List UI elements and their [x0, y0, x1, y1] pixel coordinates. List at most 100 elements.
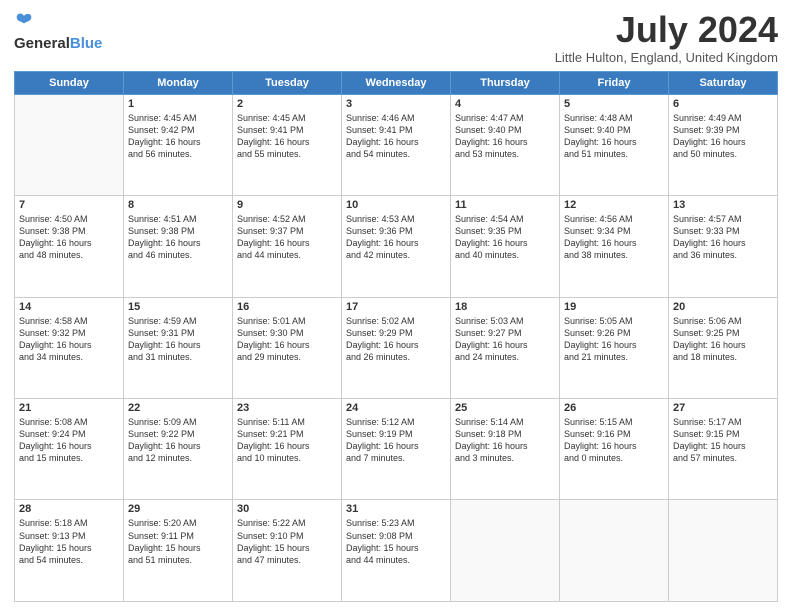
header: GeneralBlue July 2024 Little Hulton, Eng…	[14, 10, 778, 65]
cell-daylight-info: Sunrise: 5:22 AM Sunset: 9:10 PM Dayligh…	[237, 517, 337, 566]
cell-daylight-info: Sunrise: 5:20 AM Sunset: 9:11 PM Dayligh…	[128, 517, 228, 566]
calendar-cell: 27 Sunrise: 5:17 AM Sunset: 9:15 PM Dayli…	[669, 399, 778, 500]
calendar-cell: 29 Sunrise: 5:20 AM Sunset: 9:11 PM Dayli…	[124, 500, 233, 602]
calendar-cell: 25 Sunrise: 5:14 AM Sunset: 9:18 PM Dayli…	[451, 399, 560, 500]
calendar-cell: 1 Sunrise: 4:45 AM Sunset: 9:42 PM Daylig…	[124, 94, 233, 195]
cell-daylight-info: Sunrise: 4:50 AM Sunset: 9:38 PM Dayligh…	[19, 213, 119, 262]
day-number: 6	[673, 98, 773, 110]
day-number: 24	[346, 402, 446, 414]
calendar-week-row: 21 Sunrise: 5:08 AM Sunset: 9:24 PM Dayli…	[15, 399, 778, 500]
cell-daylight-info: Sunrise: 4:59 AM Sunset: 9:31 PM Dayligh…	[128, 315, 228, 364]
calendar-cell: 14Sunrise: 4:58 AM Sunset: 9:32 PM Dayli…	[15, 297, 124, 398]
day-number: 11	[455, 199, 555, 211]
logo: GeneralBlue	[14, 10, 102, 52]
weekday-header-friday: Friday	[560, 71, 669, 94]
cell-daylight-info: Sunrise: 5:06 AM Sunset: 9:25 PM Dayligh…	[673, 315, 773, 364]
logo-bird-icon	[14, 10, 34, 30]
day-number: 9	[237, 199, 337, 211]
day-number: 4	[455, 98, 555, 110]
cell-daylight-info: Sunrise: 4:48 AM Sunset: 9:40 PM Dayligh…	[564, 112, 664, 161]
cell-daylight-info: Sunrise: 5:05 AM Sunset: 9:26 PM Dayligh…	[564, 315, 664, 364]
cell-daylight-info: Sunrise: 4:54 AM Sunset: 9:35 PM Dayligh…	[455, 213, 555, 262]
day-number: 17	[346, 301, 446, 313]
calendar-cell: 23Sunrise: 5:11 AM Sunset: 9:21 PM Dayli…	[233, 399, 342, 500]
calendar-cell: 7 Sunrise: 4:50 AM Sunset: 9:38 PM Daylig…	[15, 196, 124, 297]
day-number: 16	[237, 301, 337, 313]
cell-daylight-info: Sunrise: 5:09 AM Sunset: 9:22 PM Dayligh…	[128, 416, 228, 465]
calendar-cell: 21 Sunrise: 5:08 AM Sunset: 9:24 PM Dayli…	[15, 399, 124, 500]
cell-daylight-info: Sunrise: 5:17 AM Sunset: 9:15 PM Dayligh…	[673, 416, 773, 465]
cell-daylight-info: Sunrise: 5:23 AM Sunset: 9:08 PM Dayligh…	[346, 517, 446, 566]
weekday-header-sunday: Sunday	[15, 71, 124, 94]
month-year-title: July 2024	[555, 10, 778, 50]
day-number: 10	[346, 199, 446, 211]
weekday-header-tuesday: Tuesday	[233, 71, 342, 94]
calendar-cell: 15Sunrise: 4:59 AM Sunset: 9:31 PM Dayli…	[124, 297, 233, 398]
location-text: Little Hulton, England, United Kingdom	[555, 50, 778, 65]
calendar-cell	[15, 94, 124, 195]
day-number: 12	[564, 199, 664, 211]
calendar-cell: 4 Sunrise: 4:47 AM Sunset: 9:40 PM Daylig…	[451, 94, 560, 195]
calendar-cell: 18 Sunrise: 5:03 AM Sunset: 9:27 PM Dayli…	[451, 297, 560, 398]
cell-daylight-info: Sunrise: 4:46 AM Sunset: 9:41 PM Dayligh…	[346, 112, 446, 161]
calendar-table: SundayMondayTuesdayWednesdayThursdayFrid…	[14, 71, 778, 602]
calendar-cell: 31 Sunrise: 5:23 AM Sunset: 9:08 PM Dayli…	[342, 500, 451, 602]
day-number: 27	[673, 402, 773, 414]
day-number: 13	[673, 199, 773, 211]
calendar-cell: 10 Sunrise: 4:53 AM Sunset: 9:36 PM Dayli…	[342, 196, 451, 297]
cell-daylight-info: Sunrise: 5:11 AM Sunset: 9:21 PM Dayligh…	[237, 416, 337, 465]
cell-daylight-info: Sunrise: 4:47 AM Sunset: 9:40 PM Dayligh…	[455, 112, 555, 161]
cell-daylight-info: Sunrise: 5:14 AM Sunset: 9:18 PM Dayligh…	[455, 416, 555, 465]
calendar-cell: 22 Sunrise: 5:09 AM Sunset: 9:22 PM Dayli…	[124, 399, 233, 500]
calendar-cell: 8Sunrise: 4:51 AM Sunset: 9:38 PM Daylig…	[124, 196, 233, 297]
weekday-header-thursday: Thursday	[451, 71, 560, 94]
cell-daylight-info: Sunrise: 4:51 AM Sunset: 9:38 PM Dayligh…	[128, 213, 228, 262]
title-block: July 2024 Little Hulton, England, United…	[555, 10, 778, 65]
cell-daylight-info: Sunrise: 4:56 AM Sunset: 9:34 PM Dayligh…	[564, 213, 664, 262]
logo-blue-text: Blue	[70, 35, 103, 52]
weekday-header-saturday: Saturday	[669, 71, 778, 94]
day-number: 22	[128, 402, 228, 414]
day-number: 18	[455, 301, 555, 313]
cell-daylight-info: Sunrise: 5:12 AM Sunset: 9:19 PM Dayligh…	[346, 416, 446, 465]
day-number: 29	[128, 503, 228, 515]
day-number: 25	[455, 402, 555, 414]
day-number: 30	[237, 503, 337, 515]
calendar-cell: 28Sunrise: 5:18 AM Sunset: 9:13 PM Dayli…	[15, 500, 124, 602]
calendar-cell: 13Sunrise: 4:57 AM Sunset: 9:33 PM Dayli…	[669, 196, 778, 297]
day-number: 26	[564, 402, 664, 414]
day-number: 21	[19, 402, 119, 414]
cell-daylight-info: Sunrise: 5:01 AM Sunset: 9:30 PM Dayligh…	[237, 315, 337, 364]
calendar-cell: 16 Sunrise: 5:01 AM Sunset: 9:30 PM Dayli…	[233, 297, 342, 398]
calendar-cell: 6 Sunrise: 4:49 AM Sunset: 9:39 PM Daylig…	[669, 94, 778, 195]
calendar-cell: 12 Sunrise: 4:56 AM Sunset: 9:34 PM Dayli…	[560, 196, 669, 297]
calendar-cell: 2Sunrise: 4:45 AM Sunset: 9:41 PM Daylig…	[233, 94, 342, 195]
cell-daylight-info: Sunrise: 4:45 AM Sunset: 9:42 PM Dayligh…	[128, 112, 228, 161]
cell-daylight-info: Sunrise: 5:08 AM Sunset: 9:24 PM Dayligh…	[19, 416, 119, 465]
cell-daylight-info: Sunrise: 4:58 AM Sunset: 9:32 PM Dayligh…	[19, 315, 119, 364]
calendar-cell	[451, 500, 560, 602]
cell-daylight-info: Sunrise: 5:03 AM Sunset: 9:27 PM Dayligh…	[455, 315, 555, 364]
weekday-header-wednesday: Wednesday	[342, 71, 451, 94]
calendar-cell: 17Sunrise: 5:02 AM Sunset: 9:29 PM Dayli…	[342, 297, 451, 398]
day-number: 1	[128, 98, 228, 110]
calendar-cell: 3 Sunrise: 4:46 AM Sunset: 9:41 PM Daylig…	[342, 94, 451, 195]
logo-general-text: General	[14, 35, 70, 52]
day-number: 3	[346, 98, 446, 110]
calendar-week-row: 28Sunrise: 5:18 AM Sunset: 9:13 PM Dayli…	[15, 500, 778, 602]
weekday-header-monday: Monday	[124, 71, 233, 94]
calendar-cell: 26Sunrise: 5:15 AM Sunset: 9:16 PM Dayli…	[560, 399, 669, 500]
day-number: 20	[673, 301, 773, 313]
cell-daylight-info: Sunrise: 4:49 AM Sunset: 9:39 PM Dayligh…	[673, 112, 773, 161]
cell-daylight-info: Sunrise: 4:52 AM Sunset: 9:37 PM Dayligh…	[237, 213, 337, 262]
calendar-cell: 9 Sunrise: 4:52 AM Sunset: 9:37 PM Daylig…	[233, 196, 342, 297]
calendar-week-row: 1 Sunrise: 4:45 AM Sunset: 9:42 PM Daylig…	[15, 94, 778, 195]
calendar-cell: 30 Sunrise: 5:22 AM Sunset: 9:10 PM Dayli…	[233, 500, 342, 602]
day-number: 31	[346, 503, 446, 515]
cell-daylight-info: Sunrise: 4:53 AM Sunset: 9:36 PM Dayligh…	[346, 213, 446, 262]
day-number: 2	[237, 98, 337, 110]
day-number: 5	[564, 98, 664, 110]
calendar-cell: 24 Sunrise: 5:12 AM Sunset: 9:19 PM Dayli…	[342, 399, 451, 500]
day-number: 7	[19, 199, 119, 211]
day-number: 28	[19, 503, 119, 515]
